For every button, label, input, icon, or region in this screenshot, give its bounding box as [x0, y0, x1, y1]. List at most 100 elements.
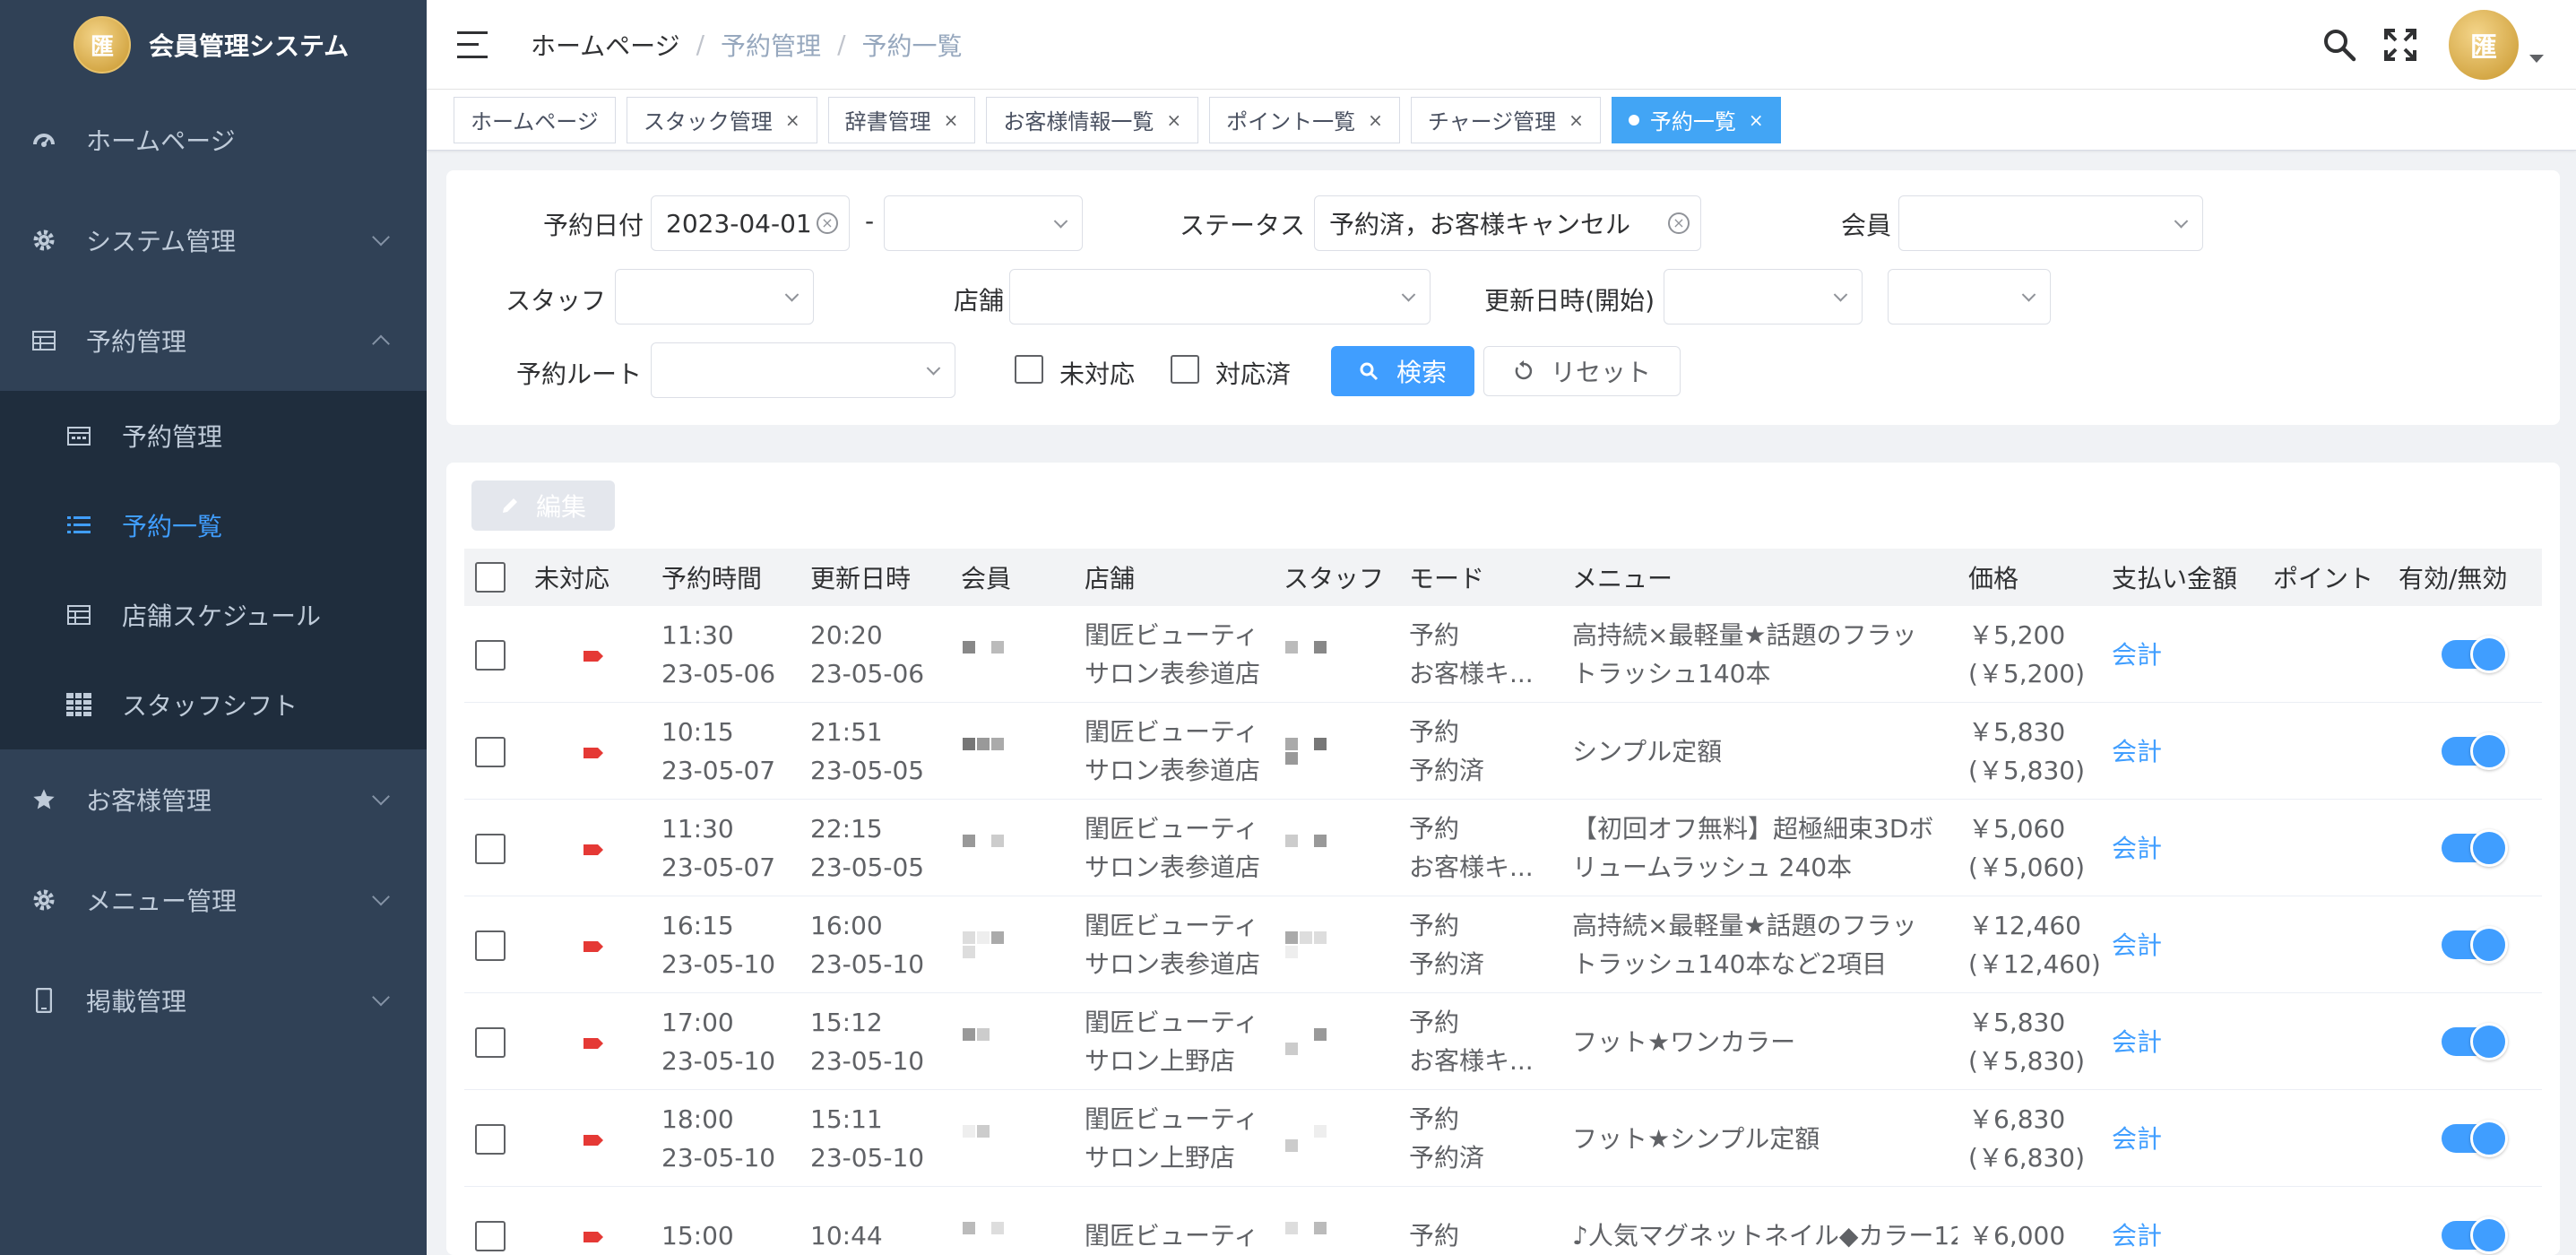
sidebar-item-home[interactable]: ホームページ	[0, 90, 427, 190]
member-select[interactable]	[1898, 195, 2203, 251]
enabled-toggle[interactable]	[2442, 829, 2508, 867]
route-select[interactable]	[651, 342, 955, 398]
sidebar-item-reservation[interactable]: 予約管理	[0, 290, 427, 391]
row-checkbox[interactable]	[475, 1027, 506, 1058]
row-checkbox[interactable]	[475, 834, 506, 864]
close-icon[interactable]: ×	[785, 109, 800, 131]
enabled-toggle[interactable]	[2442, 1120, 2508, 1157]
cell-updated: 22:15 23-05-05	[810, 800, 924, 896]
reserve-time: 18:00	[661, 1104, 734, 1134]
sidebar-subitem-reservation-list[interactable]: 予約一覧	[0, 480, 427, 570]
avatar[interactable]: 匯	[2449, 10, 2519, 80]
logo-row: 匯 会員管理システム	[0, 0, 427, 90]
clear-icon[interactable]: ×	[817, 212, 838, 234]
tag-reservation-list[interactable]: 予約一覧 ×	[1611, 96, 1781, 143]
reserve-date-label: 予約日付	[542, 211, 644, 240]
enabled-toggle[interactable]	[2442, 636, 2508, 673]
sidebar-subitem-staff-shift[interactable]: スタッフシフト	[0, 660, 427, 749]
reserve-time: 10:15	[661, 717, 734, 747]
tag-dictionary[interactable]: 辞書管理 ×	[827, 96, 976, 143]
clear-icon[interactable]: ×	[1668, 212, 1690, 234]
checkout-link[interactable]: 会計	[2112, 1023, 2162, 1061]
close-icon[interactable]: ×	[944, 109, 959, 131]
status-select[interactable]: 予約済，お客様キャンセル ×	[1314, 195, 1701, 251]
breadcrumb-home[interactable]: ホームページ	[531, 27, 680, 63]
enabled-toggle[interactable]	[2442, 1023, 2508, 1060]
sidebar-item-menu[interactable]: メニュー管理	[0, 850, 427, 950]
row-checkbox[interactable]	[475, 1221, 506, 1251]
updated-date: 23-05-06	[810, 659, 925, 688]
close-icon[interactable]: ×	[1569, 109, 1584, 131]
navbar: ホームページ / 予約管理 / 予約一覧 匯	[427, 0, 2576, 90]
search-icon[interactable]	[2320, 25, 2359, 65]
row-checkbox[interactable]	[475, 737, 506, 767]
member-redacted	[963, 1125, 1016, 1152]
dashboard-icon	[30, 126, 57, 153]
updated-time: 21:51	[810, 717, 883, 747]
updated-to-select[interactable]	[1888, 269, 2051, 325]
sidebar-item-customer[interactable]: お客様管理	[0, 749, 427, 850]
sidebar-item-system[interactable]: システム管理	[0, 190, 427, 290]
checkout-link[interactable]: 会計	[2112, 732, 2162, 771]
fullscreen-icon[interactable]	[2381, 25, 2420, 65]
enabled-toggle[interactable]	[2442, 1216, 2508, 1254]
hamburger-icon[interactable]	[457, 30, 488, 58]
price-paid: (￥12,460)	[1968, 949, 2101, 979]
tag-stack[interactable]: スタック管理 ×	[626, 96, 817, 143]
reset-button[interactable]: リセット	[1483, 346, 1681, 396]
submenu-reservation: 予約管理 予約一覧 店舗スケジュール スタッフシフト	[0, 391, 427, 749]
table-row[interactable]: 18:00 23-05-10 15:11 23-05-10 閨匠ビューティ サロ…	[464, 1090, 2542, 1187]
handled-checkbox[interactable]	[1171, 355, 1199, 384]
checkout-link[interactable]: 会計	[2112, 636, 2162, 674]
checkout-link[interactable]: 会計	[2112, 926, 2162, 965]
close-icon[interactable]: ×	[1368, 109, 1383, 131]
tags-view: ホームページ スタック管理 × 辞書管理 × お客様情報一覧 × ポイント一覧 × チャ…	[427, 90, 2576, 151]
reserve-date-from-input[interactable]: 2023-04-01 ×	[651, 195, 850, 251]
checkout-link[interactable]: 会計	[2112, 829, 2162, 868]
updated-from-select[interactable]	[1664, 269, 1863, 325]
row-checkbox[interactable]	[475, 640, 506, 671]
staff-select[interactable]	[615, 269, 814, 325]
cell-store: 閨匠ビューティ サロン表参道店	[1085, 606, 1260, 703]
route-label: 予約ルート	[515, 359, 642, 389]
updated-date: 23-05-05	[810, 756, 925, 785]
status-label: ステータス	[1179, 211, 1305, 240]
table-row[interactable]: 11:30 23-05-07 22:15 23-05-05 閨匠ビューティ サロ…	[464, 800, 2542, 896]
tag-label: チャージ管理	[1427, 109, 1557, 134]
reserve-date-to-input[interactable]	[884, 195, 1083, 251]
chevron-down-icon	[372, 787, 390, 806]
select-all-checkbox[interactable]	[475, 562, 506, 593]
tag-points[interactable]: ポイント一覧 ×	[1209, 96, 1400, 143]
checkout-link[interactable]: 会計	[2112, 1120, 2162, 1158]
sidebar-subitem-store-schedule[interactable]: 店舗スケジュール	[0, 570, 427, 660]
caret-down-icon[interactable]	[2529, 54, 2544, 63]
tag-home[interactable]: ホームページ	[454, 96, 616, 143]
store-name: 閨匠ビューティ	[1085, 620, 1259, 650]
close-icon[interactable]: ×	[1749, 109, 1764, 131]
cell-mode: 予約 お客様キ...	[1409, 993, 1534, 1090]
table-row[interactable]: 17:00 23-05-10 15:12 23-05-10 閨匠ビューティ サロ…	[464, 993, 2542, 1090]
row-checkbox[interactable]	[475, 930, 506, 961]
row-checkbox[interactable]	[475, 1124, 506, 1155]
sidebar-subitem-reservation-manage[interactable]: 予約管理	[0, 391, 427, 480]
tag-charge[interactable]: チャージ管理 ×	[1410, 96, 1601, 143]
search-button[interactable]: 検索	[1331, 346, 1474, 396]
store-select[interactable]	[1009, 269, 1431, 325]
checkout-link[interactable]: 会計	[2112, 1216, 2162, 1255]
enabled-toggle[interactable]	[2442, 926, 2508, 964]
sidebar-item-publish[interactable]: 掲載管理	[0, 950, 427, 1051]
cell-price: ￥5,830 (￥5,830)	[1968, 993, 2085, 1090]
tag-customer-info[interactable]: お客様情報一覧 ×	[986, 96, 1199, 143]
column-header: 更新日時	[810, 564, 912, 593]
table-row[interactable]: 10:15 23-05-07 21:51 23-05-05 閨匠ビューティ サロ…	[464, 703, 2542, 800]
table-row[interactable]: 11:30 23-05-06 20:20 23-05-06 閨匠ビューティ サロ…	[464, 606, 2542, 703]
enabled-toggle[interactable]	[2442, 732, 2508, 770]
reserve-date: 23-05-10	[661, 1143, 776, 1173]
cell-menu: ♪人気マグネットネイル◆カラー120	[1572, 1187, 1958, 1255]
edit-button[interactable]: 編集	[471, 480, 615, 531]
unhandled-checkbox[interactable]	[1015, 355, 1043, 384]
table-row[interactable]: 16:15 23-05-10 16:00 23-05-10 閨匠ビューティ サロ…	[464, 896, 2542, 993]
close-icon[interactable]: ×	[1166, 109, 1181, 131]
table-row[interactable]: 15:00 10:44 閨匠ビューティ 予約 ♪人気マグネットネイル◆カラー12…	[464, 1187, 2542, 1255]
member-redacted	[963, 738, 1016, 765]
